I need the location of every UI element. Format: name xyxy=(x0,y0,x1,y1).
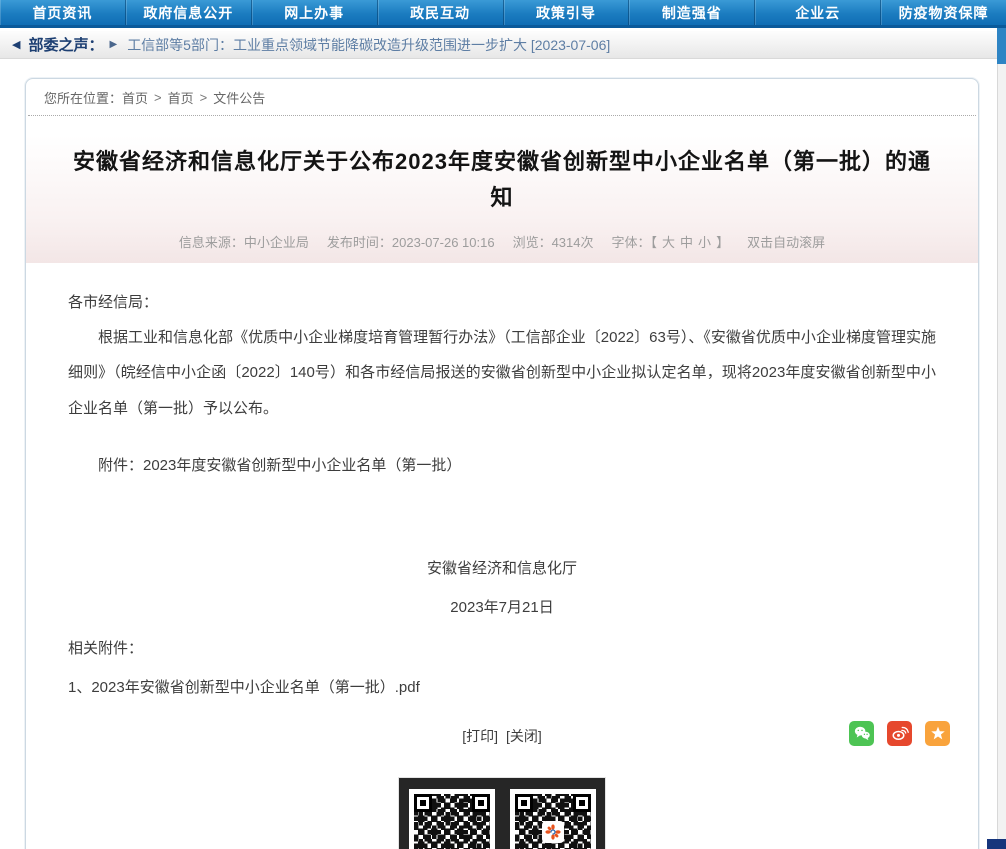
font-size-large-button[interactable]: 大 xyxy=(662,232,675,251)
nav-item-online-services[interactable]: 网上办事 xyxy=(252,0,378,25)
meta-publish-time: 发布时间：2023-07-26 10:16 xyxy=(327,232,495,251)
weibo-qr-code xyxy=(409,789,495,849)
attachment-link[interactable]: 附件：2023年度安徽省创新型中小企业名单（第一批） xyxy=(68,452,936,479)
font-size-label: 字体：【 xyxy=(612,232,658,251)
favorite-star-icon[interactable] xyxy=(925,721,950,746)
wechat-share-icon[interactable] xyxy=(849,721,874,746)
meta-source: 信息来源：中小企业局 xyxy=(179,232,309,251)
top-nav-bar: 首页资讯 政府信息公开 网上办事 政民互动 政策引导 制造强省 企业云 防疫物资… xyxy=(0,0,1006,28)
print-close-actions: [打印] [关闭] xyxy=(26,726,978,746)
ticker-headline-link[interactable]: 工信部等5部门：工业重点领域节能降碳改造升级范围进一步扩大 [2023-07-0… xyxy=(127,35,610,55)
meta-view-count: 浏览：4314次 xyxy=(513,232,594,251)
qr-finder-icon xyxy=(472,794,490,812)
qr-finder-icon xyxy=(573,794,591,812)
news-ticker-bar: ◀ 部委之声： ▶ 工信部等5部门：工业重点领域节能降碳改造升级范围进一步扩大 … xyxy=(0,31,1006,59)
signer-name: 安徽省经济和信息化厅 xyxy=(68,555,936,582)
related-file-link[interactable]: 1、2023年安徽省创新型中小企业名单（第一批）.pdf xyxy=(68,674,936,701)
font-size-bracket: 】 xyxy=(716,232,729,251)
print-button[interactable]: [打印] xyxy=(462,728,498,744)
font-size-small-button[interactable]: 小 xyxy=(698,232,711,251)
breadcrumb-label: 您所在位置： xyxy=(44,88,122,107)
nav-item-public-interaction[interactable]: 政民互动 xyxy=(378,0,504,25)
breadcrumb-home-link[interactable]: 首页 xyxy=(122,88,148,107)
scrollbar-track[interactable] xyxy=(997,28,1006,849)
nav-item-policy-guidance[interactable]: 政策引导 xyxy=(504,0,630,25)
weibo-qr-item: 微博扫描 xyxy=(409,789,495,849)
star-glyph-icon xyxy=(929,724,947,742)
weibo-eye-icon xyxy=(891,724,909,742)
page: 首页资讯 政府信息公开 网上办事 政民互动 政策引导 制造强省 企业云 防疫物资… xyxy=(0,0,1006,849)
scrollbar-thumb[interactable] xyxy=(997,28,1006,64)
breadcrumb-section-link[interactable]: 首页 xyxy=(168,88,194,107)
close-button[interactable]: [关闭] xyxy=(506,728,542,744)
meta-autoscroll-hint[interactable]: 双击自动滚屏 xyxy=(747,232,825,251)
spacer xyxy=(68,479,936,555)
action-row: [打印] [关闭] xyxy=(26,721,978,751)
related-attachments-label: 相关附件： xyxy=(68,635,936,662)
font-size-switcher: 字体：【 大 中 小 】 xyxy=(612,232,730,251)
article-header: 安徽省经济和信息化厅关于公布2023年度安徽省创新型中小企业名单（第一批）的通知… xyxy=(26,124,978,263)
ticker-prev-icon[interactable]: ◀ xyxy=(12,38,20,51)
sign-date: 2023年7月21日 xyxy=(68,594,936,621)
weibo-share-icon[interactable] xyxy=(887,721,912,746)
wechat-qr-code xyxy=(510,789,596,849)
qr-finder-icon xyxy=(414,794,432,812)
content-box: 您所在位置： 首页 > 首页 > 文件公告 安徽省经济和信息化厅关于公布2023… xyxy=(25,78,979,849)
org-logo-icon xyxy=(542,821,564,843)
qr-finder-icon xyxy=(515,794,533,812)
nav-item-enterprise-cloud[interactable]: 企业云 xyxy=(755,0,881,25)
article-title: 安徽省经济和信息化厅关于公布2023年度安徽省创新型中小企业名单（第一批）的通知 xyxy=(66,144,938,216)
article-body: 各市经信局： 根据工业和信息化部《优质中小企业梯度培育管理暂行办法》（工信部企业… xyxy=(26,263,978,701)
nav-item-home-news[interactable]: 首页资讯 xyxy=(0,0,126,25)
breadcrumb: 您所在位置： 首页 > 首页 > 文件公告 xyxy=(28,79,976,116)
share-icons xyxy=(849,721,950,746)
article-meta-row: 信息来源：中小企业局 发布时间：2023-07-26 10:16 浏览：4314… xyxy=(66,232,938,251)
qr-code-panel: 微博扫描 xyxy=(398,777,606,849)
font-size-medium-button[interactable]: 中 xyxy=(680,232,693,251)
breadcrumb-separator: > xyxy=(200,90,208,105)
ticker-play-icon[interactable]: ▶ xyxy=(109,39,117,50)
salutation: 各市经信局： xyxy=(68,289,936,316)
wechat-bubbles-icon xyxy=(853,724,871,742)
wechat-qr-item: 微信平台 xyxy=(510,789,596,849)
breadcrumb-current-page: 文件公告 xyxy=(213,88,265,107)
main-paragraph: 根据工业和信息化部《优质中小企业梯度培育管理暂行办法》（工信部企业〔2022〕6… xyxy=(68,320,936,426)
nav-item-manufacturing[interactable]: 制造强省 xyxy=(629,0,755,25)
nav-item-gov-info[interactable]: 政府信息公开 xyxy=(126,0,252,25)
nav-item-epidemic-supplies[interactable]: 防疫物资保障 xyxy=(881,0,1006,25)
ticker-label: 部委之声： xyxy=(28,34,103,55)
footer-corner xyxy=(987,839,1006,849)
breadcrumb-separator: > xyxy=(154,90,162,105)
